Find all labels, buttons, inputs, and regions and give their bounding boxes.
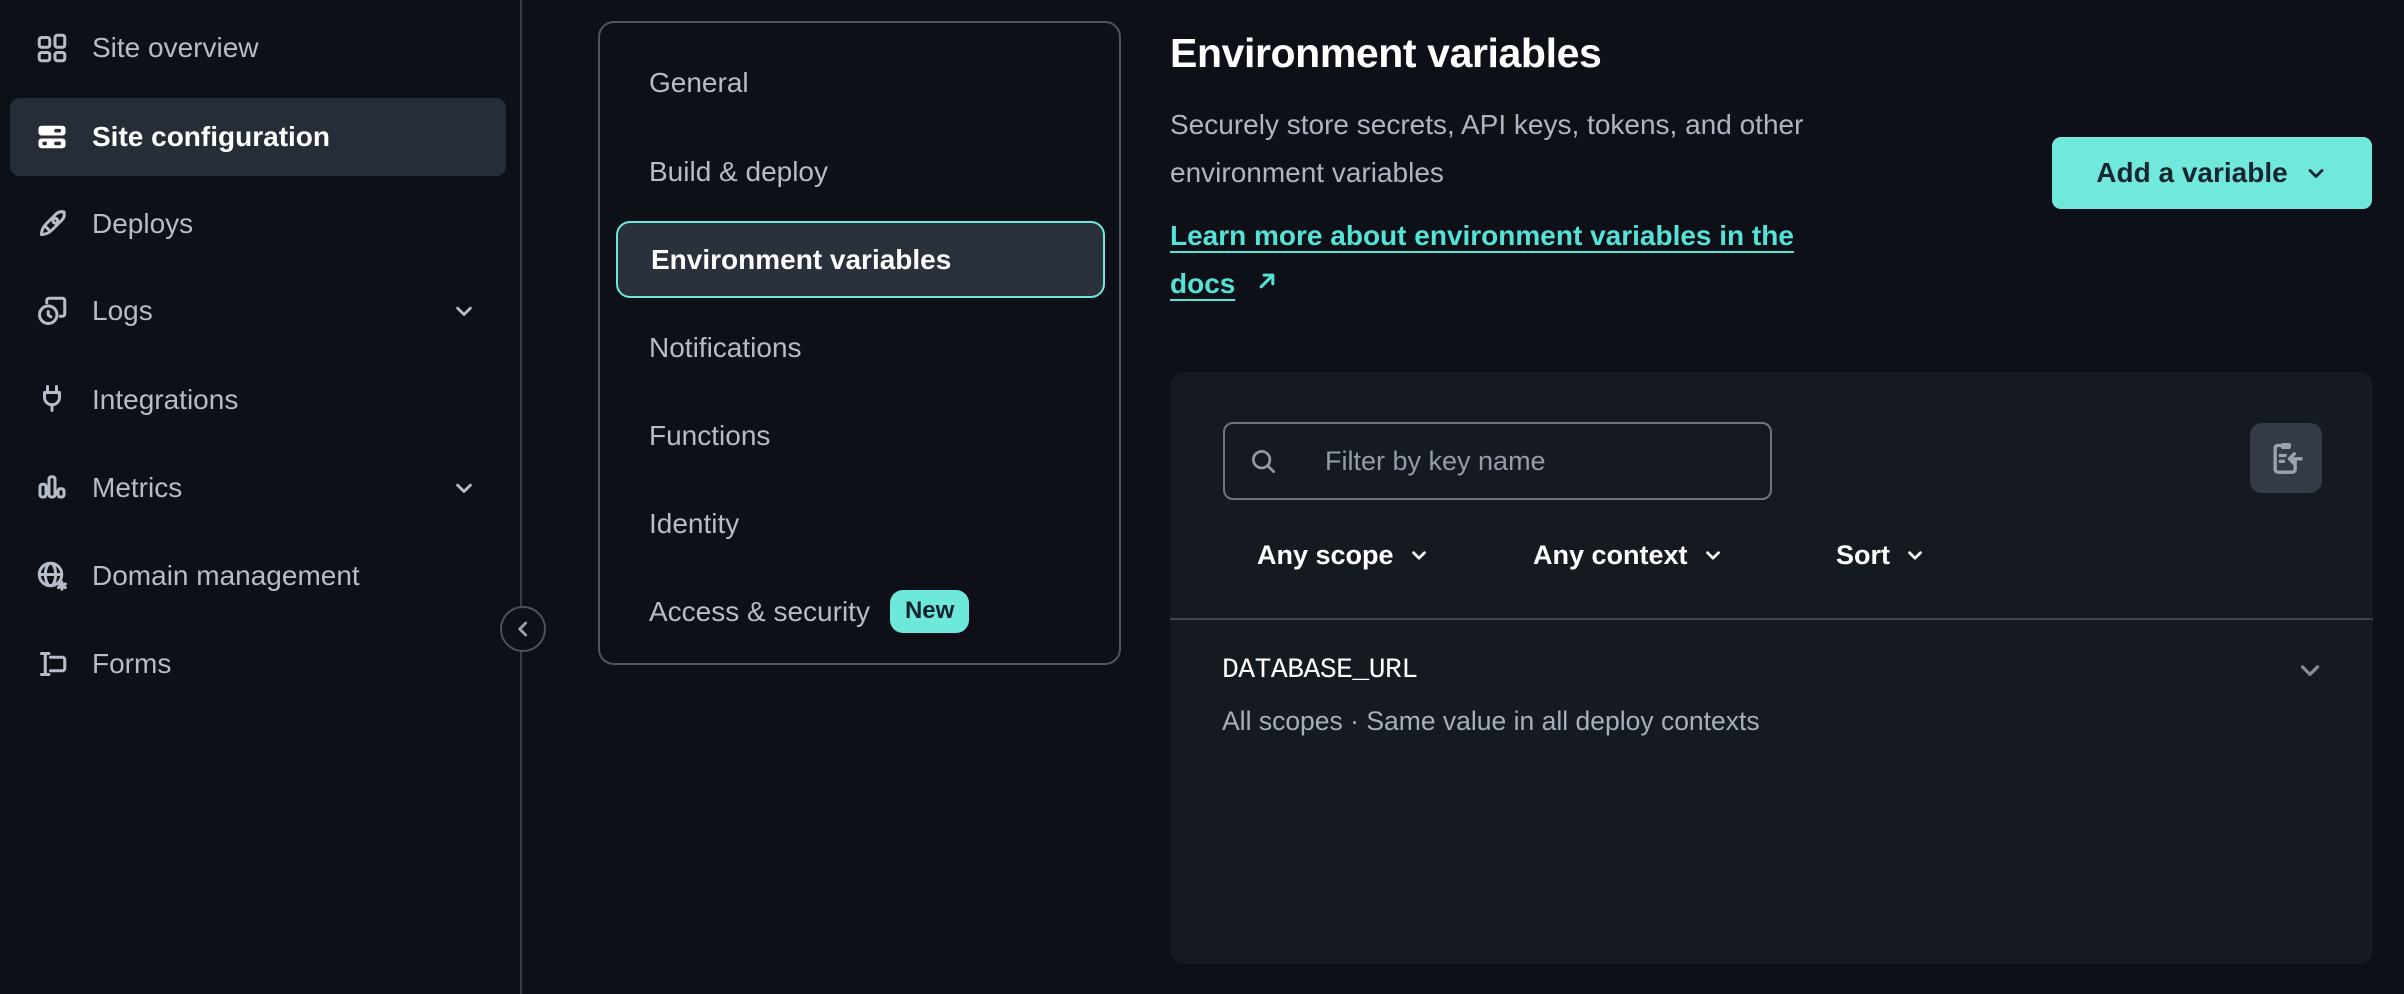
sidebar-item-metrics[interactable]: Metrics [10,449,506,527]
sidebar-item-integrations[interactable]: Integrations [10,361,506,439]
env-variable-row[interactable]: DATABASE_URL All scopes · Same value in … [1170,620,2373,770]
external-link-arrow-icon [1253,267,1281,295]
environment-variables-panel: Any scope Any context Sort DATABASE_URL … [1170,372,2373,964]
env-variable-key: DATABASE_URL [1222,655,1418,686]
page-title: Environment variables [1170,30,1601,77]
add-variable-button-label: Add a variable [2096,157,2287,189]
bar-chart-icon [34,470,70,506]
chevron-down-icon [450,297,478,325]
settings-tab-label: Identity [649,508,739,540]
chevron-down-icon[interactable] [2295,655,2325,685]
sidebar-item-label: Integrations [92,384,238,416]
globe-icon [34,558,70,594]
sidebar-item-label: Deploys [92,208,193,240]
clipboard-import-icon [2266,438,2306,478]
plug-icon [34,382,70,418]
sidebar-item-label: Site configuration [92,121,330,153]
sidebar-item-label: Metrics [92,472,182,504]
grid-icon [34,30,70,66]
settings-tab-label: Functions [649,420,770,452]
sidebar-item-label: Site overview [92,32,259,64]
settings-tab-general[interactable]: General [616,44,1105,121]
filter-any-context[interactable]: Any context [1533,532,1724,578]
chevron-down-icon [1904,544,1926,566]
env-variable-meta: All scopes · Same value in all deploy co… [1222,706,1760,737]
settings-tab-build-deploy[interactable]: Build & deploy [616,133,1105,210]
page-subtitle: Securely store secrets, API keys, tokens… [1170,101,1803,197]
sidebar-item-forms[interactable]: Forms [10,625,506,703]
docs-link-line-1: Learn more about environment variables i… [1170,220,1794,251]
rocket-icon [34,206,70,242]
docs-link-line-2: docs [1170,268,1235,299]
server-icon [34,119,70,155]
sidebar-item-label: Domain management [92,560,360,592]
filter-label: Any context [1533,540,1688,571]
settings-tab-label: Environment variables [651,244,951,276]
filter-search [1223,422,1772,500]
sidebar-item-deploys[interactable]: Deploys [10,185,506,263]
chevron-down-icon [1408,544,1430,566]
settings-tab-label: Notifications [649,332,802,364]
subtitle-line-1: Securely store secrets, API keys, tokens… [1170,101,1803,149]
settings-tab-functions[interactable]: Functions [616,397,1105,474]
settings-tab-label: Access & security [649,596,870,628]
filter-label: Sort [1836,540,1890,571]
docs-link[interactable]: Learn more about environment variables i… [1170,212,1794,308]
add-variable-button[interactable]: Add a variable [2052,137,2372,209]
settings-tab-identity[interactable]: Identity [616,485,1105,562]
settings-tab-environment-variables[interactable]: Environment variables [616,221,1105,298]
chevron-down-icon [2304,161,2328,185]
chevron-down-icon [1702,544,1724,566]
sidebar-item-domain-management[interactable]: Domain management [10,537,506,615]
new-badge: New [890,590,969,633]
filter-label: Any scope [1257,540,1394,571]
import-variables-button[interactable] [2250,423,2322,493]
settings-tab-access-security[interactable]: Access & security New [616,573,1105,650]
filter-key-input[interactable] [1223,422,1772,500]
sidebar-item-site-overview[interactable]: Site overview [10,9,506,87]
sidebar-item-label: Logs [92,295,153,327]
subtitle-line-2: environment variables [1170,149,1803,197]
form-input-icon [34,646,70,682]
sidebar-collapse-button[interactable] [500,606,546,652]
chevron-down-icon [450,474,478,502]
chevron-left-icon [510,616,536,642]
settings-tab-label: Build & deploy [649,156,828,188]
sidebar-item-site-configuration[interactable]: Site configuration [10,98,506,176]
sidebar: Site overview Site configuration Deploys [0,0,522,994]
filter-sort[interactable]: Sort [1836,532,1926,578]
logs-icon [34,293,70,329]
site-configuration-nav: General Build & deploy Environment varia… [598,21,1121,665]
settings-tab-notifications[interactable]: Notifications [616,309,1105,386]
filter-any-scope[interactable]: Any scope [1257,532,1430,578]
sidebar-item-label: Forms [92,648,171,680]
sidebar-item-logs[interactable]: Logs [10,272,506,350]
settings-tab-label: General [649,67,749,99]
